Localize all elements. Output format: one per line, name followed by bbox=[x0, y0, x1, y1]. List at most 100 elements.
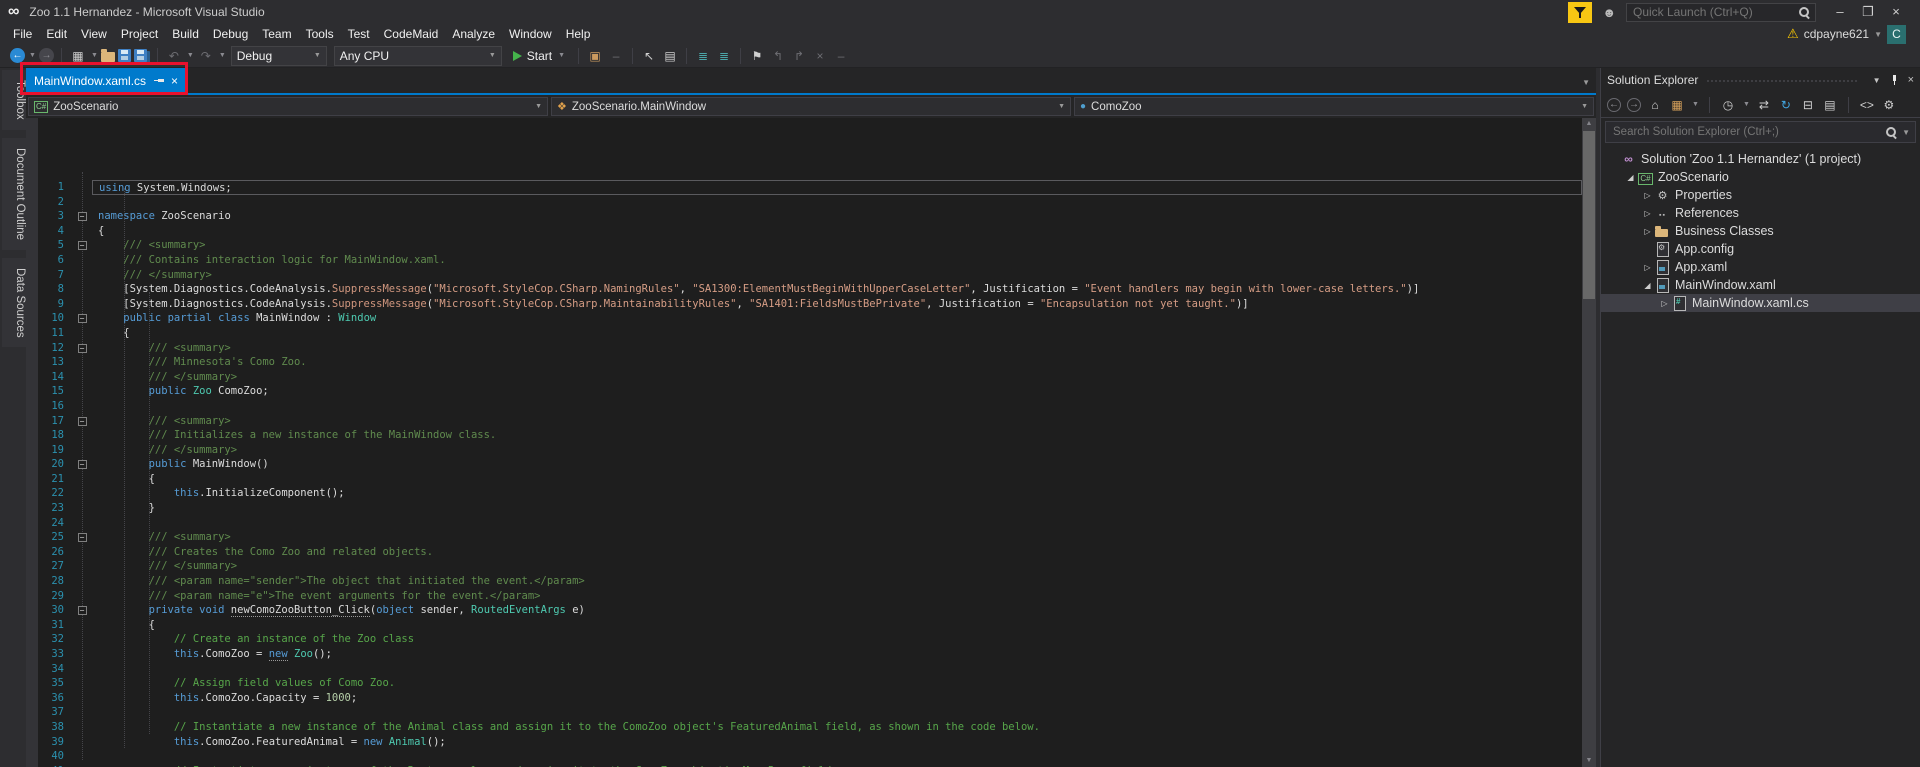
code-text[interactable]: public MainWindow() bbox=[92, 457, 1582, 472]
chevron-down-icon[interactable]: ▼ bbox=[91, 52, 98, 59]
code-line[interactable]: 2 bbox=[26, 195, 1582, 210]
menu-codemaid[interactable]: CodeMaid bbox=[377, 25, 446, 43]
code-text[interactable]: /// Minnesota's Como Zoo. bbox=[92, 355, 1582, 370]
collapse-all-icon[interactable]: ⊟ bbox=[1800, 95, 1816, 115]
document-tab[interactable]: MainWindow.xaml.cs × bbox=[26, 68, 186, 93]
code-text[interactable]: /// Contains interaction logic for MainW… bbox=[92, 253, 1582, 268]
start-debugging-button[interactable]: Start▼ bbox=[507, 49, 571, 63]
clear-bookmarks-icon[interactable]: × bbox=[811, 46, 829, 66]
restore-icon[interactable]: ❐ bbox=[1854, 4, 1882, 20]
code-text[interactable]: { bbox=[92, 326, 1582, 341]
code-line[interactable]: 14 /// </summary> bbox=[26, 370, 1582, 385]
code-line[interactable]: 19 /// </summary> bbox=[26, 443, 1582, 458]
code-line[interactable]: 5− /// <summary> bbox=[26, 238, 1582, 253]
code-line[interactable]: 1using System.Windows; bbox=[26, 180, 1582, 195]
fold-collapse-icon[interactable]: − bbox=[78, 344, 87, 353]
show-all-files-icon[interactable]: ▤ bbox=[1822, 95, 1838, 115]
code-text[interactable]: /// </summary> bbox=[92, 370, 1582, 385]
close-icon[interactable]: × bbox=[171, 74, 178, 88]
menu-window[interactable]: Window bbox=[502, 25, 559, 43]
code-text[interactable]: { bbox=[92, 224, 1582, 239]
chevron-down-icon[interactable]: ▼ bbox=[219, 52, 226, 59]
code-text[interactable]: // Create an instance of the Zoo class bbox=[92, 632, 1582, 647]
search-dropdown-icon[interactable]: ▼ bbox=[1902, 128, 1910, 137]
code-text[interactable]: using System.Windows; bbox=[92, 180, 1582, 195]
chevron-collapsed-icon[interactable]: ▷ bbox=[1641, 209, 1654, 218]
vertical-scrollbar[interactable]: ▲ ▼ bbox=[1582, 118, 1596, 767]
refresh-icon[interactable]: ↻ bbox=[1778, 95, 1794, 115]
dash-icon[interactable]: ‒ bbox=[607, 46, 625, 66]
warning-icon[interactable]: ⚠ bbox=[1787, 26, 1799, 42]
code-line[interactable]: 26 /// Creates the Como Zoo and related … bbox=[26, 545, 1582, 560]
menu-team[interactable]: Team bbox=[255, 25, 298, 43]
code-text[interactable]: /// </summary> bbox=[92, 559, 1582, 574]
chevron-down-icon[interactable]: ▼ bbox=[1743, 101, 1750, 108]
code-text[interactable]: /// Creates the Como Zoo and related obj… bbox=[92, 545, 1582, 560]
menu-help[interactable]: Help bbox=[559, 25, 598, 43]
feedback-icon[interactable]: ☻ bbox=[1602, 5, 1616, 20]
chevron-collapsed-icon[interactable]: ▷ bbox=[1641, 263, 1654, 272]
tree-item-solution-zoo-1-1-hernandez-1-project-[interactable]: Solution 'Zoo 1.1 Hernandez' (1 project) bbox=[1601, 150, 1920, 168]
side-tab-data-sources[interactable]: Data Sources bbox=[2, 258, 26, 348]
pin-icon[interactable] bbox=[1889, 75, 1900, 86]
code-text[interactable]: [System.Diagnostics.CodeAnalysis.Suppres… bbox=[92, 297, 1582, 312]
code-text[interactable]: /// </summary> bbox=[92, 443, 1582, 458]
code-line[interactable]: 4{ bbox=[26, 224, 1582, 239]
switch-views-icon[interactable]: ▦ bbox=[1669, 95, 1685, 115]
code-line[interactable]: 38 // Instantiate a new instance of the … bbox=[26, 720, 1582, 735]
chevron-expanded-icon[interactable]: ◢ bbox=[1624, 173, 1637, 182]
menu-project[interactable]: Project bbox=[114, 25, 165, 43]
code-line[interactable]: 16 bbox=[26, 399, 1582, 414]
code-editor[interactable]: 1using System.Windows;23−namespace ZooSc… bbox=[26, 118, 1596, 767]
user-dropdown-caret-icon[interactable]: ▼ bbox=[1874, 30, 1882, 39]
code-line[interactable]: 28 /// <param name="sender">The object t… bbox=[26, 574, 1582, 589]
code-text[interactable]: { bbox=[92, 618, 1582, 633]
save-all-icon[interactable] bbox=[134, 49, 147, 62]
code-line[interactable]: 31 { bbox=[26, 618, 1582, 633]
scroll-up-icon[interactable]: ▲ bbox=[1582, 118, 1596, 130]
code-line[interactable]: 29 /// <param name="e">The event argumen… bbox=[26, 589, 1582, 604]
copy-block-icon[interactable]: ▤ bbox=[661, 46, 679, 66]
tree-item-zooscenario[interactable]: ◢ZooScenario bbox=[1601, 168, 1920, 186]
code-text[interactable]: namespace ZooScenario bbox=[92, 209, 1582, 224]
side-tab-toolbox[interactable]: Toolbox bbox=[2, 70, 26, 130]
code-line[interactable]: 40 bbox=[26, 749, 1582, 764]
outdent-icon[interactable]: ≣ bbox=[715, 46, 733, 66]
code-line[interactable]: 33 this.ComoZoo = new Zoo(); bbox=[26, 647, 1582, 662]
code-line[interactable]: 20− public MainWindow() bbox=[26, 457, 1582, 472]
code-text[interactable]: [System.Diagnostics.CodeAnalysis.Suppres… bbox=[92, 282, 1582, 297]
code-text[interactable] bbox=[92, 749, 1582, 764]
fold-collapse-icon[interactable]: − bbox=[78, 314, 87, 323]
chevron-collapsed-icon[interactable]: ▷ bbox=[1658, 299, 1671, 308]
code-text[interactable] bbox=[92, 705, 1582, 720]
indent-icon[interactable]: ≣ bbox=[694, 46, 712, 66]
code-line[interactable]: 39 this.ComoZoo.FeaturedAnimal = new Ani… bbox=[26, 735, 1582, 750]
quick-launch-input[interactable] bbox=[1631, 4, 1798, 20]
close-icon[interactable]: × bbox=[1908, 74, 1914, 86]
code-text[interactable]: public Zoo ComoZoo; bbox=[92, 384, 1582, 399]
bookmark-icon[interactable]: ⚑ bbox=[748, 46, 766, 66]
chevron-expanded-icon[interactable]: ◢ bbox=[1641, 281, 1654, 290]
save-icon[interactable] bbox=[118, 49, 131, 62]
code-text[interactable]: /// <param name="e">The event arguments … bbox=[92, 589, 1582, 604]
code-text[interactable]: } bbox=[92, 501, 1582, 516]
tree-item-references[interactable]: ▷References bbox=[1601, 204, 1920, 222]
tree-item-mainwindow-xaml[interactable]: ◢MainWindow.xaml bbox=[1601, 276, 1920, 294]
chevron-collapsed-icon[interactable]: ▷ bbox=[1641, 227, 1654, 236]
open-file-icon[interactable] bbox=[101, 52, 115, 62]
code-text[interactable]: private void newComoZooButton_Click(obje… bbox=[92, 603, 1582, 618]
tree-item-properties[interactable]: ▷Properties bbox=[1601, 186, 1920, 204]
code-line[interactable]: 35 // Assign field values of Como Zoo. bbox=[26, 676, 1582, 691]
code-text[interactable]: /// <summary> bbox=[92, 530, 1582, 545]
code-text[interactable]: /// <param name="sender">The object that… bbox=[92, 574, 1582, 589]
solution-platform-combo[interactable]: Any CPU▼ bbox=[334, 46, 502, 66]
tab-well-dropdown-icon[interactable]: ▼ bbox=[1582, 78, 1590, 87]
code-line[interactable]: 7 /// </summary> bbox=[26, 268, 1582, 283]
fold-collapse-icon[interactable]: − bbox=[78, 417, 87, 426]
properties-icon[interactable]: ⚙ bbox=[1881, 95, 1897, 115]
code-text[interactable] bbox=[92, 399, 1582, 414]
code-line[interactable]: 34 bbox=[26, 662, 1582, 677]
code-line[interactable]: 36 this.ComoZoo.Capacity = 1000; bbox=[26, 691, 1582, 706]
nav-combo[interactable]: ●ComoZoo▼ bbox=[1074, 97, 1594, 116]
code-text[interactable]: { bbox=[92, 472, 1582, 487]
